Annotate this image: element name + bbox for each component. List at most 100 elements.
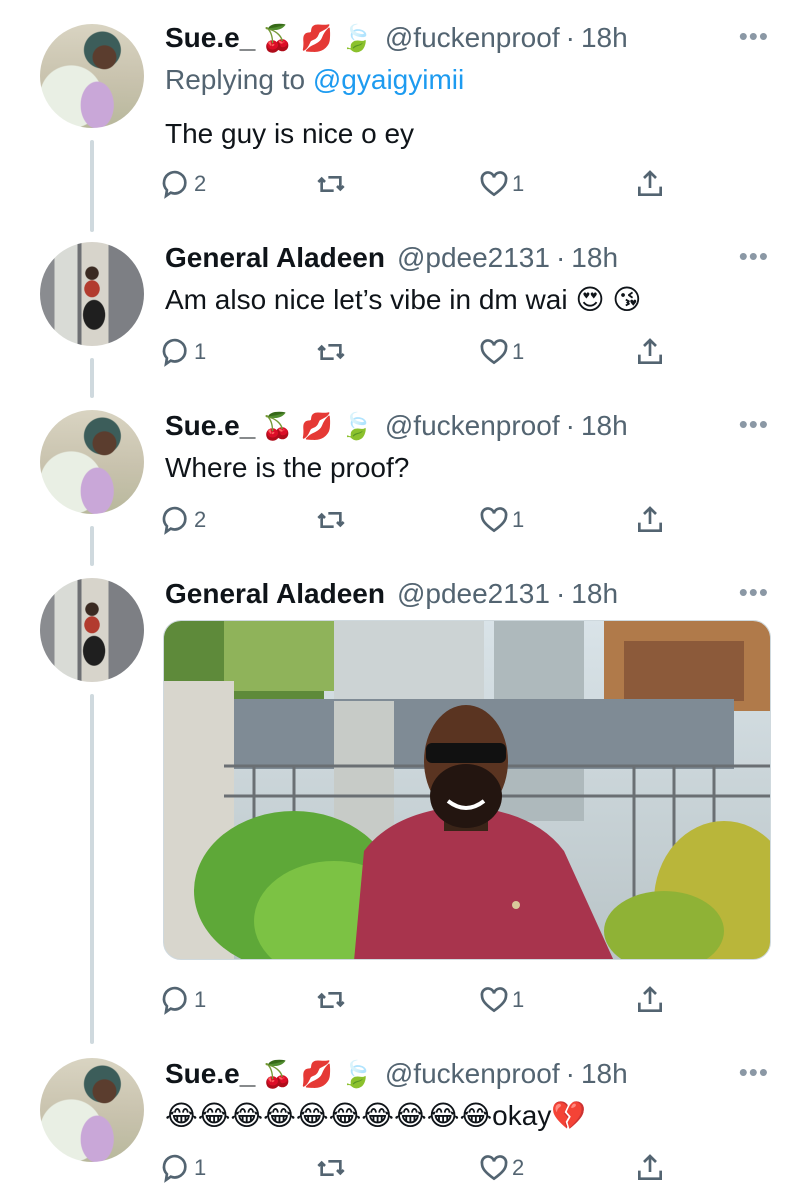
like-icon [480,987,508,1013]
reply-button[interactable]: 2 [160,502,206,538]
tweet-header: Sue.e_ 🍒 💋 🍃 @fuckenproof · 18h [165,406,628,446]
tweet[interactable]: Sue.e_ 🍒 💋 🍃 @fuckenproof · 18h ••• 😂😂😂😂… [0,1054,809,1200]
like-count: 1 [512,171,525,196]
more-icon[interactable]: ••• [739,23,769,49]
tweet-text: Am also nice let’s vibe in dm wai 😍 😘 [165,284,642,315]
display-name[interactable]: General Aladeen [165,242,385,274]
timestamp[interactable]: 18h [581,22,628,54]
display-name[interactable]: Sue.e_ [165,22,255,54]
avatar[interactable] [40,242,144,346]
timestamp[interactable]: 18h [571,578,618,610]
tweet-text: The guy is nice o ey [165,118,415,149]
separator-dot: · [565,410,575,441]
share-button[interactable] [634,1150,666,1186]
like-icon [480,1155,508,1181]
like-button[interactable]: 1 [478,166,524,202]
reply-button[interactable]: 1 [160,334,206,370]
like-count: 1 [512,987,525,1012]
like-count: 1 [512,507,525,532]
like-icon [480,507,508,533]
photo-image [164,621,770,959]
action-bar: 1 1 [160,982,680,1018]
reply-count: 1 [194,339,207,364]
reply-icon [162,170,187,199]
name-emoji: 🍒 💋 🍃 [261,22,373,53]
reply-button[interactable]: 1 [160,1150,206,1186]
retweet-icon [317,992,345,1008]
retweet-button[interactable] [315,1150,349,1186]
share-button[interactable] [634,502,666,538]
more-icon[interactable]: ••• [739,1059,769,1085]
like-count: 1 [512,339,525,364]
timestamp[interactable]: 18h [581,1058,628,1090]
retweet-button[interactable] [315,502,349,538]
share-button[interactable] [634,982,666,1018]
like-button[interactable]: 2 [478,1150,524,1186]
timestamp[interactable]: 18h [581,410,628,442]
more-icon[interactable]: ••• [739,243,769,269]
share-icon [638,1154,662,1180]
display-name[interactable]: Sue.e_ [165,410,255,442]
retweet-icon [317,1160,345,1176]
action-bar: 2 1 [160,166,680,202]
share-icon [638,170,662,196]
retweet-button[interactable] [315,334,349,370]
retweet-icon [317,344,345,360]
separator-dot: · [555,578,566,609]
display-name[interactable]: General Aladeen [165,578,385,610]
retweet-icon [317,512,345,528]
like-button[interactable]: 1 [478,982,524,1018]
reply-count: 2 [194,171,207,196]
display-name[interactable]: Sue.e_ [165,1058,255,1090]
separator-dot: · [555,242,566,273]
share-button[interactable] [634,166,666,202]
tweet[interactable]: Sue.e_ 🍒 💋 🍃 @fuckenproof · 18h ••• Repl… [0,18,809,213]
share-icon [638,338,662,364]
more-icon[interactable]: ••• [739,411,769,437]
tweet-header: Sue.e_ 🍒 💋 🍃 @fuckenproof · 18h [165,1054,628,1094]
more-icon[interactable]: ••• [739,579,769,605]
tweet-text: 😂😂😂😂😂😂😂😂😂😂okay💔 [165,1100,587,1131]
tweet-photo[interactable] [163,620,771,960]
reply-icon [162,338,187,367]
action-bar: 1 1 [160,334,680,370]
avatar[interactable] [40,578,144,682]
reply-count: 2 [194,507,207,532]
user-handle[interactable]: @fuckenproof [385,1058,560,1090]
like-icon [480,171,508,197]
share-button[interactable] [634,334,666,370]
avatar[interactable] [40,410,144,514]
tweet[interactable]: Sue.e_ 🍒 💋 🍃 @fuckenproof · 18h ••• Wher… [0,406,809,546]
like-icon [480,339,508,365]
replying-to-label: Replying to [165,64,313,95]
tweet-text: Where is the proof? [165,452,410,483]
user-handle[interactable]: @pdee2131 [397,578,550,610]
mention-link[interactable]: @gyaigyimii [313,64,464,95]
avatar[interactable] [40,24,144,128]
retweet-button[interactable] [315,166,349,202]
tweet-header: General Aladeen @pdee2131 · 18h [165,238,618,278]
replying-to: Replying to @gyaigyimii [165,64,464,96]
user-handle[interactable]: @fuckenproof [385,22,560,54]
reply-button[interactable]: 2 [160,166,206,202]
timestamp[interactable]: 18h [571,242,618,274]
name-emoji: 🍒 💋 🍃 [261,410,373,441]
like-count: 2 [512,1155,525,1180]
action-bar: 2 1 [160,502,680,538]
like-button[interactable]: 1 [478,334,524,370]
tweet[interactable]: General Aladeen @pdee2131 · 18h ••• 1 1 [0,574,809,1024]
reply-count: 1 [194,987,207,1012]
reply-button[interactable]: 1 [160,982,206,1018]
reply-icon [162,986,187,1015]
user-handle[interactable]: @pdee2131 [397,242,550,274]
reply-icon [162,1154,187,1183]
avatar[interactable] [40,1058,144,1162]
user-handle[interactable]: @fuckenproof [385,410,560,442]
retweet-button[interactable] [315,982,349,1018]
separator-dot: · [565,22,575,53]
like-button[interactable]: 1 [478,502,524,538]
tweet[interactable]: General Aladeen @pdee2131 · 18h ••• Am a… [0,238,809,378]
tweet-header: Sue.e_ 🍒 💋 🍃 @fuckenproof · 18h [165,18,628,58]
tweet-header: General Aladeen @pdee2131 · 18h [165,574,618,614]
share-icon [638,986,662,1012]
